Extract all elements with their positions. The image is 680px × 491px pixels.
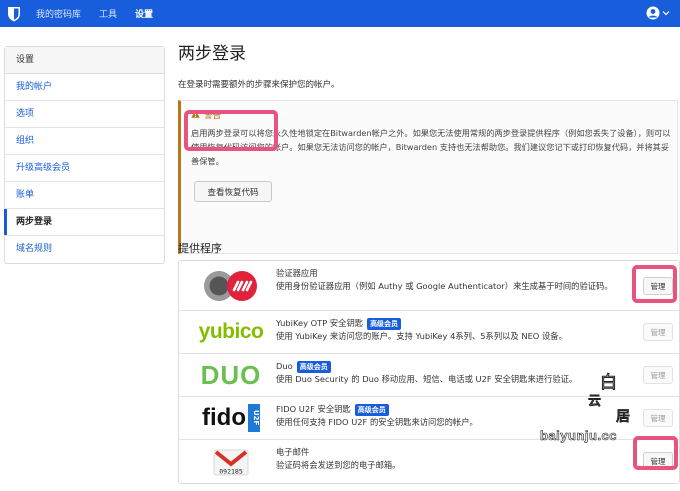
sidebar-item-organizations[interactable]: 组织 bbox=[5, 128, 164, 155]
bitwarden-shield-icon[interactable] bbox=[6, 5, 22, 22]
highlight-recovery-button bbox=[184, 110, 278, 151]
sidebar-item-my-account[interactable]: 我的帐户 bbox=[5, 74, 164, 101]
authenticator-logo bbox=[191, 261, 271, 310]
page-title: 两步登录 bbox=[178, 44, 246, 64]
sidebar-item-billing[interactable]: 账单 bbox=[5, 182, 164, 209]
sidebar-item-premium[interactable]: 升级高级会员 bbox=[5, 155, 164, 182]
main-nav: 我的密码库 工具 设置 bbox=[36, 7, 171, 20]
main-content: 两步登录 在登录时需要额外的步骤来保护您的帐户。 警告 启用两步登录可以将您永久… bbox=[178, 40, 680, 484]
manage-duo-button[interactable]: 管理 bbox=[643, 366, 673, 384]
fido-logo: fido U2F bbox=[202, 404, 260, 432]
user-avatar-icon bbox=[646, 6, 660, 20]
manage-fido-button[interactable]: 管理 bbox=[643, 409, 673, 427]
settings-sidebar: 设置 我的帐户 选项 组织 升级高级会员 账单 两步登录 域名规则 bbox=[4, 46, 165, 264]
highlight-manage-authenticator bbox=[632, 265, 677, 303]
provider-authenticator: 验证器应用 使用身份验证器应用（例如 Authy 或 Google Authen… bbox=[179, 261, 679, 311]
providers-heading: 提供程序 bbox=[178, 242, 222, 255]
watermark: 白 云 居 baiyunju.cc bbox=[540, 373, 631, 444]
sidebar-item-options[interactable]: 选项 bbox=[5, 101, 164, 128]
page-subtitle: 在登录时需要额外的步骤来保护您的帐户。 bbox=[178, 80, 340, 90]
premium-badge: 高级会员 bbox=[296, 360, 331, 373]
sidebar-item-two-step-login[interactable]: 两步登录 bbox=[4, 209, 164, 236]
duo-logo: DUO bbox=[200, 359, 262, 390]
provider-description: 验证码将会发送到您的电子邮箱。 bbox=[276, 460, 401, 470]
provider-description: 使用 YubiKey 来访问您的账户。支持 YubiKey 4系列、5系列以及 … bbox=[276, 331, 567, 341]
provider-name: 电子邮件 bbox=[276, 447, 310, 457]
provider-name: FIDO U2F 安全钥匙 bbox=[276, 404, 351, 414]
sidebar-item-domain-rules[interactable]: 域名规则 bbox=[5, 236, 164, 263]
top-navbar: 我的密码库 工具 设置 bbox=[0, 0, 680, 27]
premium-badge: 高级会员 bbox=[367, 317, 402, 330]
sidebar-header: 设置 bbox=[5, 47, 164, 74]
watermark-text: baiyunju.cc bbox=[540, 428, 618, 444]
provider-description: 使用身份验证器应用（例如 Authy 或 Google Authenticato… bbox=[276, 281, 613, 291]
view-recovery-code-button[interactable]: 查看恢复代码 bbox=[194, 181, 272, 202]
account-menu[interactable] bbox=[646, 6, 670, 20]
provider-name: 验证器应用 bbox=[276, 268, 318, 278]
nav-settings[interactable]: 设置 bbox=[135, 7, 153, 20]
nav-vault[interactable]: 我的密码库 bbox=[36, 7, 81, 20]
premium-badge: 高级会员 bbox=[354, 403, 389, 416]
provider-name: YubiKey OTP 安全钥匙 bbox=[276, 318, 364, 328]
email-logo: 092185 bbox=[191, 440, 271, 483]
nav-tools[interactable]: 工具 bbox=[99, 7, 117, 20]
manage-yubikey-button[interactable]: 管理 bbox=[643, 323, 673, 341]
chevron-down-icon bbox=[662, 11, 670, 16]
svg-text:092185: 092185 bbox=[219, 467, 243, 475]
provider-name: Duo bbox=[276, 361, 293, 371]
yubico-logo: yubico bbox=[198, 320, 264, 343]
provider-yubikey: yubico YubiKey OTP 安全钥匙 高级会员 使用 YubiKey 来… bbox=[179, 311, 679, 354]
